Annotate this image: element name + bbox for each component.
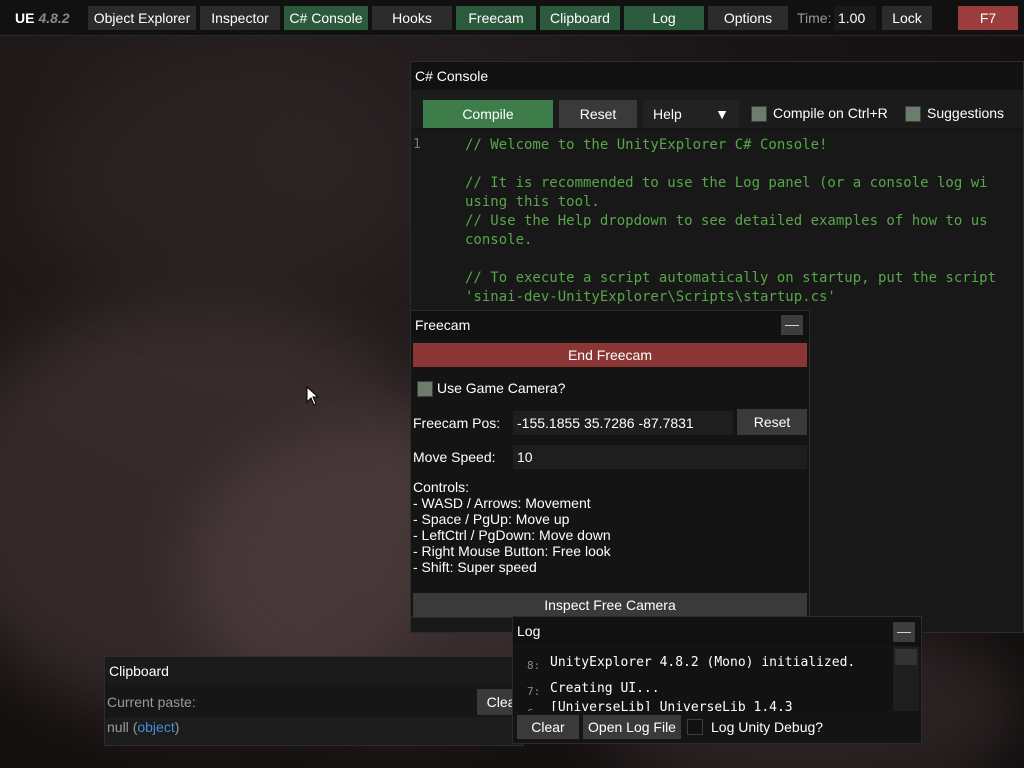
code-line: // It is recommended to use the Log pane… bbox=[465, 175, 988, 191]
nav-freecam-button[interactable]: Freecam bbox=[456, 6, 536, 30]
code-line: // Use the Help dropdown to see detailed… bbox=[465, 213, 988, 229]
move-speed-input[interactable]: 10 bbox=[513, 445, 807, 469]
time-scale-input[interactable]: 1.00 bbox=[834, 6, 876, 30]
log-unity-debug-label: Log Unity Debug? bbox=[711, 719, 824, 735]
controls-heading: Controls: bbox=[413, 479, 470, 495]
compile-on-ctrl-r-checkbox[interactable] bbox=[751, 106, 767, 122]
clipboard-type-value: object bbox=[137, 719, 175, 735]
use-game-camera-label: Use Game Camera? bbox=[437, 380, 566, 396]
log-panel: Log — 8: UnityExplorer 4.8.2 (Mono) init… bbox=[512, 616, 922, 744]
current-paste-label: Current paste: bbox=[107, 694, 196, 710]
code-line: // Welcome to the UnityExplorer C# Conso… bbox=[465, 137, 828, 153]
log-entry: UnityExplorer 4.8.2 (Mono) initialized. bbox=[550, 655, 856, 670]
console-reset-button[interactable]: Reset bbox=[559, 100, 637, 128]
controls-line: - Right Mouse Button: Free look bbox=[413, 543, 611, 559]
clipboard-value: null (object) bbox=[105, 717, 523, 745]
nav-clipboard-button[interactable]: Clipboard bbox=[540, 6, 620, 30]
log-index: 6: bbox=[527, 707, 540, 711]
nav-log-button[interactable]: Log bbox=[624, 6, 704, 30]
lock-button[interactable]: Lock bbox=[882, 6, 932, 30]
code-line: using this tool. bbox=[465, 194, 600, 210]
log-index: 7: bbox=[527, 685, 541, 698]
code-line: console. bbox=[465, 232, 533, 248]
clipboard-null-value: null bbox=[107, 719, 129, 735]
freecam-minimize-button[interactable]: — bbox=[781, 315, 803, 335]
f7-hide-button[interactable]: F7 bbox=[958, 6, 1018, 30]
use-game-camera-checkbox[interactable] bbox=[417, 381, 433, 397]
log-scrollbar-thumb[interactable] bbox=[895, 649, 917, 665]
compile-button[interactable]: Compile bbox=[423, 100, 553, 128]
freecam-title[interactable]: Freecam bbox=[411, 311, 809, 339]
help-dropdown[interactable]: Help ▼ bbox=[643, 100, 739, 128]
brand-name: UE bbox=[15, 10, 35, 26]
controls-line: - LeftCtrl / PgDown: Move down bbox=[413, 527, 611, 543]
log-unity-debug-checkbox[interactable] bbox=[687, 719, 703, 735]
log-minimize-button[interactable]: — bbox=[893, 622, 915, 642]
compile-on-ctrl-r-label: Compile on Ctrl+R bbox=[773, 105, 888, 121]
inspect-free-camera-button[interactable]: Inspect Free Camera bbox=[413, 593, 807, 617]
log-list[interactable]: 8: UnityExplorer 4.8.2 (Mono) initialize… bbox=[513, 647, 893, 711]
code-line: // To execute a script automatically on … bbox=[465, 270, 997, 286]
code-line: 'sinai-dev-UnityExplorer\Scripts\startup… bbox=[465, 289, 836, 305]
log-scrollbar[interactable] bbox=[893, 647, 919, 711]
version-label: 4.8.2 bbox=[38, 10, 70, 26]
console-title[interactable]: C# Console bbox=[411, 62, 1023, 90]
log-entry: Creating UI... bbox=[550, 681, 660, 696]
nav-options-button[interactable]: Options bbox=[708, 6, 788, 30]
mouse-cursor-icon bbox=[306, 386, 320, 406]
freecam-panel: Freecam — End Freecam Use Game Camera? F… bbox=[410, 310, 810, 618]
freecam-pos-input[interactable]: -155.1855 35.7286 -87.7831 bbox=[513, 411, 733, 435]
open-log-file-button[interactable]: Open Log File bbox=[583, 715, 681, 739]
line-number: 1 bbox=[413, 137, 421, 152]
help-dropdown-label: Help bbox=[653, 106, 682, 122]
app-brand: UE 4.8.2 bbox=[15, 6, 70, 30]
controls-line: - Space / PgUp: Move up bbox=[413, 511, 570, 527]
move-speed-label: Move Speed: bbox=[413, 449, 496, 465]
time-scale-label: Time: bbox=[797, 10, 832, 26]
log-entry: [UniverseLib] UniverseLib 1.4.3 bbox=[550, 700, 793, 711]
chevron-down-icon: ▼ bbox=[715, 106, 729, 122]
clipboard-panel: Clipboard Current paste: Clea null (obje… bbox=[104, 656, 525, 746]
controls-line: - WASD / Arrows: Movement bbox=[413, 495, 591, 511]
controls-line: - Shift: Super speed bbox=[413, 559, 537, 575]
suggestions-label: Suggestions bbox=[927, 105, 1005, 121]
freecam-pos-label: Freecam Pos: bbox=[413, 415, 501, 431]
nav-inspector-button[interactable]: Inspector bbox=[200, 6, 280, 30]
nav-csharp-console-button[interactable]: C# Console bbox=[284, 6, 368, 30]
nav-hooks-button[interactable]: Hooks bbox=[372, 6, 452, 30]
clipboard-title[interactable]: Clipboard bbox=[105, 657, 523, 685]
end-freecam-button[interactable]: End Freecam bbox=[413, 343, 807, 367]
freecam-pos-reset-button[interactable]: Reset bbox=[737, 409, 807, 435]
nav-object-explorer-button[interactable]: Object Explorer bbox=[88, 6, 196, 30]
log-index: 8: bbox=[527, 659, 541, 672]
log-title[interactable]: Log bbox=[513, 617, 921, 645]
log-clear-button[interactable]: Clear bbox=[517, 715, 579, 739]
suggestions-checkbox[interactable] bbox=[905, 106, 921, 122]
top-navbar: UE 4.8.2 Object Explorer Inspector C# Con… bbox=[0, 0, 1024, 36]
